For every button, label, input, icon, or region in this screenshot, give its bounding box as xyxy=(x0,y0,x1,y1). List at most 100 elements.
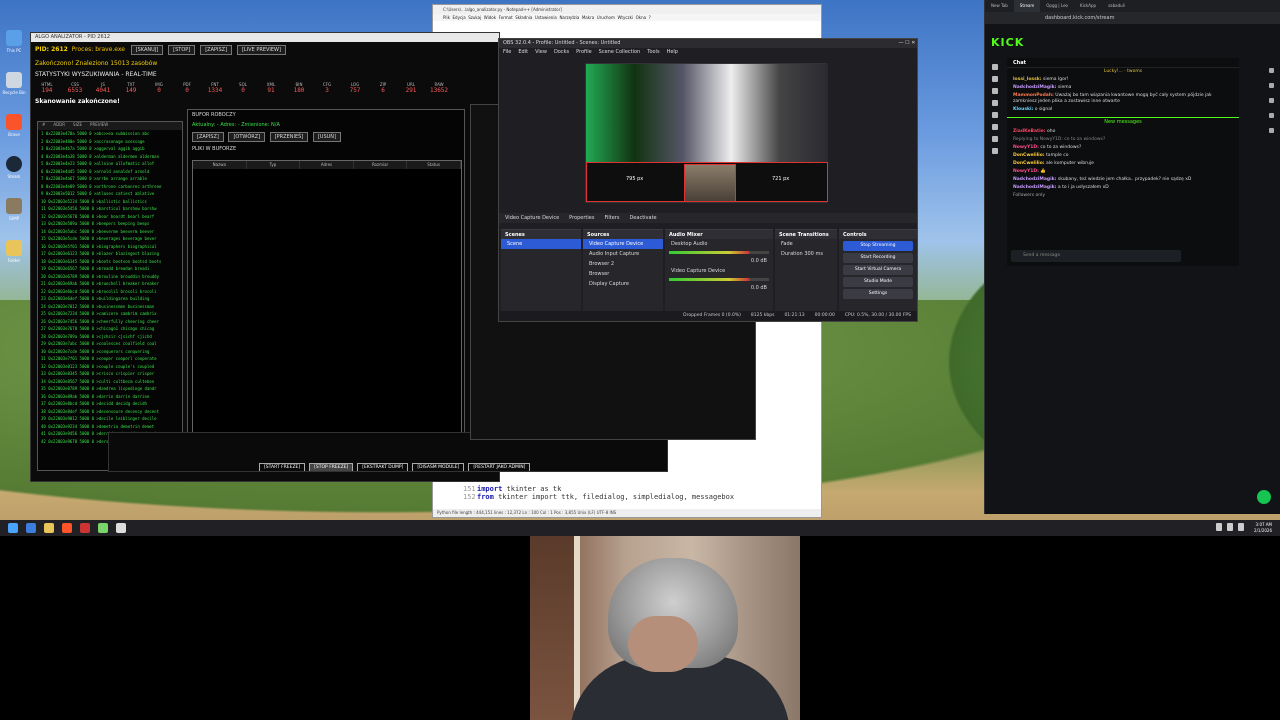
process-row[interactable]: 14 0x22003e5abc 5000 0 >beeverme beeverm… xyxy=(38,228,182,236)
chat-message[interactable]: Klouski: o signal xyxy=(1007,106,1239,114)
buffer-open-button[interactable]: [OTWÓRZ] xyxy=(228,132,266,142)
deactivate-button[interactable]: Deactivate xyxy=(629,213,656,223)
chat-username[interactable]: NowyY1D: xyxy=(1013,169,1039,174)
browser-tab[interactable]: sabaduli xyxy=(1102,0,1131,12)
brave-icon[interactable] xyxy=(62,523,72,533)
process-row[interactable]: 18 0x22003e6345 5000 0 >boots bootson bo… xyxy=(38,258,182,266)
process-row[interactable]: 29 0x22003e7abc 5000 0 >coalesces coalfi… xyxy=(38,340,182,348)
process-row[interactable]: 6 0x22003e4d45 5000 0 >arnold annaldof a… xyxy=(38,168,182,176)
chat-message[interactable]: NowyY1D: co to za windows? xyxy=(1007,144,1239,152)
chat-message[interactable]: NadchodziMagik: a to i ja usłyszałem xD xyxy=(1007,184,1239,192)
nav-icon[interactable] xyxy=(992,76,998,82)
menu-item[interactable]: Profile xyxy=(576,48,592,56)
chat-message[interactable]: NowyY1D: 👍 xyxy=(1007,168,1239,176)
menu-item[interactable]: Uruchom xyxy=(597,15,615,20)
process-row[interactable]: 10 0x22003e5234 5000 0 >ballistic ballis… xyxy=(38,198,182,206)
process-row[interactable]: 2 0x22003e480e 5000 0 >accrasonage acess… xyxy=(38,138,182,146)
live-preview-button[interactable]: [LIVE PREVIEW] xyxy=(236,45,286,55)
browser-tab[interactable]: Opgg | Leo xyxy=(1040,0,1074,12)
analyzer-window[interactable]: ALGO ANALIZATOR - PID 2612 PID: 2612 Pro… xyxy=(30,32,500,482)
menu-item[interactable]: Składnia xyxy=(515,15,532,20)
nav-icon[interactable] xyxy=(992,136,998,142)
chat-message[interactable]: NadchodziMagik: skubany, też wiedzie jem… xyxy=(1007,176,1239,184)
process-row[interactable]: 8 0x22003e4e89 5000 0 >arthrone carbonre… xyxy=(38,183,182,191)
code-area[interactable]: 151import tkinter as tk 152from tkinter … xyxy=(463,485,734,501)
taskbar-app-icon[interactable] xyxy=(26,523,36,533)
browser-tab[interactable]: Stream xyxy=(1013,0,1041,12)
chat-username[interactable]: NowyY1D: xyxy=(1013,145,1039,150)
start-icon[interactable] xyxy=(8,523,18,533)
stop-freeze-button[interactable]: [STOP FREEZE] xyxy=(309,463,354,471)
buffer-file-table[interactable]: Nazwa Typ Adres Rozmiar Status xyxy=(192,160,462,462)
chat-message[interactable]: lossi_lossk: siema Igor! xyxy=(1007,76,1239,84)
process-row[interactable]: 16 0x22003e5f01 5000 0 >biographers biog… xyxy=(38,243,182,251)
browser-tab[interactable]: KickApp xyxy=(1074,0,1102,12)
volume-meter[interactable] xyxy=(669,251,769,254)
process-row[interactable]: 25 0x22003e7234 5000 0 >camicero cambrim… xyxy=(38,310,182,318)
tool-icon[interactable] xyxy=(1268,98,1274,103)
network-icon[interactable] xyxy=(1216,523,1222,531)
process-row[interactable]: 37 0x22003e8bcd 5000 0 >decidd decidg de… xyxy=(38,400,182,408)
disasm-module-button[interactable]: [DISASM MODULE] xyxy=(412,463,465,471)
chat-username[interactable]: DonCwelilio: xyxy=(1013,153,1045,158)
process-row[interactable]: 3 0x22003e4b7a 5000 0 >aggerval aggib ag… xyxy=(38,145,182,153)
menu-item[interactable]: Tools xyxy=(647,48,659,56)
desktop-icon-steam[interactable]: Steam xyxy=(2,156,26,192)
desktop-icon-gimp[interactable]: GIMP xyxy=(2,198,26,234)
menu-item[interactable]: ? xyxy=(649,15,651,20)
menu-item[interactable]: Plik xyxy=(443,15,450,20)
chat-message[interactable]: DonCwelilio: ale komputer wibruje xyxy=(1007,160,1239,168)
menu-item[interactable]: Format xyxy=(499,15,513,20)
desktop-icon-this-pc[interactable]: This PC xyxy=(2,30,26,66)
filters-button[interactable]: Filters xyxy=(604,213,619,223)
buffer-move-button[interactable]: [PRZENIEŚ] xyxy=(269,132,309,142)
stop-streaming-button[interactable]: Stop Streaming xyxy=(843,241,913,251)
nav-icon[interactable] xyxy=(992,112,998,118)
tool-icon[interactable] xyxy=(1268,68,1274,73)
pinned-banner[interactable]: Lucky!... · twoms xyxy=(1007,68,1239,76)
source-item[interactable]: Video Capture Device xyxy=(583,239,663,249)
chat-username[interactable]: Klouski: xyxy=(1013,107,1033,112)
volume-meter[interactable] xyxy=(669,278,769,281)
menu-item[interactable]: Wtyczki xyxy=(617,15,633,20)
menu-item[interactable]: Widok xyxy=(484,15,496,20)
save-button[interactable]: [ZAPISZ] xyxy=(200,45,233,55)
chat-username[interactable]: NadchodziMagik: xyxy=(1013,177,1056,182)
scan-button[interactable]: [SKANUJ] xyxy=(130,45,164,55)
process-row[interactable]: 15 0x22003e5cde 5000 0 >beverages bevera… xyxy=(38,235,182,243)
desktop-icon-brave[interactable]: Brave xyxy=(2,114,26,150)
browser-window[interactable]: New Tab Stream Opgg | Leo KickApp sabadu… xyxy=(984,0,1280,514)
menu-item[interactable]: Scene Collection xyxy=(599,48,641,56)
process-row[interactable]: 21 0x22003e69ab 5000 0 >brunchell breake… xyxy=(38,280,182,288)
desktop-icon-folder[interactable]: Folder xyxy=(2,240,26,276)
process-row[interactable]: 27 0x22003e7678 5000 0 >chicago1 chicago… xyxy=(38,325,182,333)
chat-username[interactable]: MammonPodah: xyxy=(1013,93,1054,98)
process-list[interactable]: # ADDR SIZE PREVIEW 1 0x22003e470a 5000 0 >… xyxy=(37,121,183,471)
tool-icon[interactable] xyxy=(1268,113,1274,118)
start-freeze-button[interactable]: [START FREEZE] xyxy=(259,463,306,471)
address-bar[interactable]: dashboard.kick.com/stream xyxy=(985,12,1280,24)
process-row[interactable]: 4 0x22003e4a38 5000 0 >alderman aldermen… xyxy=(38,153,182,161)
transition-select[interactable]: Fade xyxy=(775,239,837,249)
process-row[interactable]: 40 0x22003e9234 5000 0 >demetria demetri… xyxy=(38,423,182,431)
process-row[interactable]: 39 0x22003e9012 5000 0 >decile leiblinge… xyxy=(38,415,182,423)
obs-icon[interactable] xyxy=(80,523,90,533)
buffer-delete-button[interactable]: [USUŃ] xyxy=(312,132,341,142)
menu-item[interactable]: Edit xyxy=(518,48,528,56)
help-button[interactable] xyxy=(1257,490,1271,504)
process-row[interactable]: 23 0x22003e6def 5000 0 >buildingarea bui… xyxy=(38,295,182,303)
menu-item[interactable]: View xyxy=(535,48,547,56)
chat-username[interactable]: lossi_lossk: xyxy=(1013,77,1042,82)
source-item[interactable]: Browser 2 xyxy=(583,259,663,269)
stop-button[interactable]: [STOP] xyxy=(168,45,196,55)
menu-item[interactable]: Ustawienia xyxy=(535,15,557,20)
new-messages-divider[interactable]: New messages xyxy=(1007,117,1239,125)
process-row[interactable]: 22 0x22003e6bcd 5000 0 >brocoli1 brocoli… xyxy=(38,288,182,296)
start-recording-button[interactable]: Start Recording xyxy=(843,253,913,263)
menu-item[interactable]: Help xyxy=(667,48,678,56)
chat-message[interactable]: NadchodziMagik: siema xyxy=(1007,84,1239,92)
process-row[interactable]: 30 0x22003e7cde 5000 0 >conquerors conqu… xyxy=(38,348,182,356)
buffer-save-button[interactable]: [ZAPISZ] xyxy=(192,132,224,142)
menu-item[interactable]: Szukaj xyxy=(468,15,481,20)
process-row[interactable]: 31 0x22003e7f01 5000 0 >cooper cooperl c… xyxy=(38,355,182,363)
